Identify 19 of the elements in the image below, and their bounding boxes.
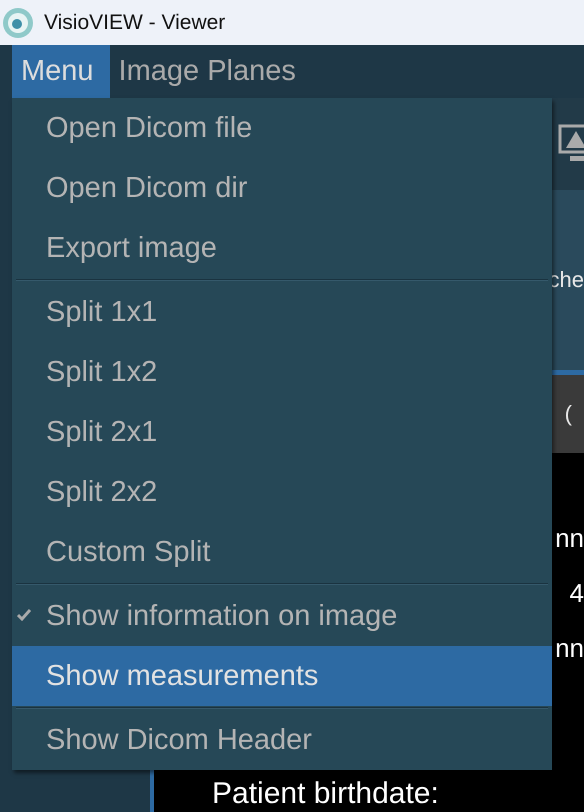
dropdown-option[interactable]: Split 1x2 [12,342,552,402]
dropdown-option[interactable]: Show measurements [12,646,552,706]
patient-info-text: nn [555,632,584,665]
menu-bar-item[interactable]: Image Planes [110,45,312,98]
dropdown-option[interactable]: Show information on image [12,586,552,646]
dropdown-option[interactable]: Split 1x1 [12,282,552,342]
viewport-header-text: ( [564,401,572,427]
dropdown-option[interactable]: Custom Split [12,522,552,582]
dropdown-option[interactable]: Open Dicom dir [12,158,552,218]
dropdown-option[interactable]: Open Dicom file [12,98,552,158]
dropdown-option[interactable]: Split 2x1 [12,402,552,462]
patient-info-text: 4 [570,577,584,610]
menu-bar-item[interactable]: Menu [12,45,110,98]
patient-info-text: Patient birthdate: [211,776,440,812]
dropdown-option[interactable]: Export image [12,218,552,278]
dropdown-option[interactable]: Show Dicom Header [12,710,552,770]
dropdown-option[interactable]: Split 2x2 [12,462,552,522]
patient-info-text: nn [555,522,584,555]
window-title: VisioVIEW - Viewer [44,10,226,34]
